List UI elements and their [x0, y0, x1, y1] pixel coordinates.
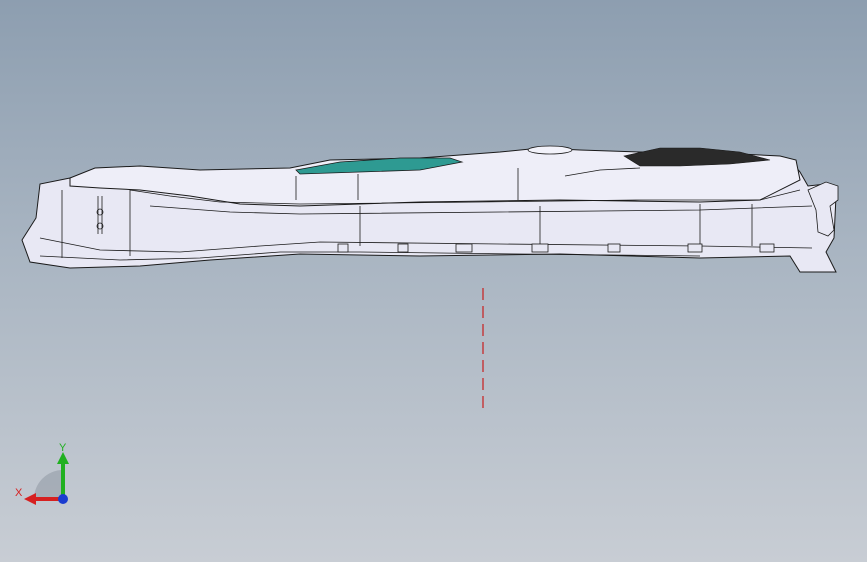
triad-x-label: X	[15, 487, 23, 499]
graphics-viewport[interactable]: X Y	[0, 0, 867, 562]
triad-z-axis-icon	[58, 494, 68, 504]
triad-quarter-disc	[34, 470, 63, 499]
triad-y-label: Y	[59, 442, 67, 454]
reference-triad[interactable]: X Y	[10, 438, 80, 510]
sketch-centerline[interactable]	[0, 0, 867, 562]
triad-x-arrow-icon	[24, 493, 36, 505]
